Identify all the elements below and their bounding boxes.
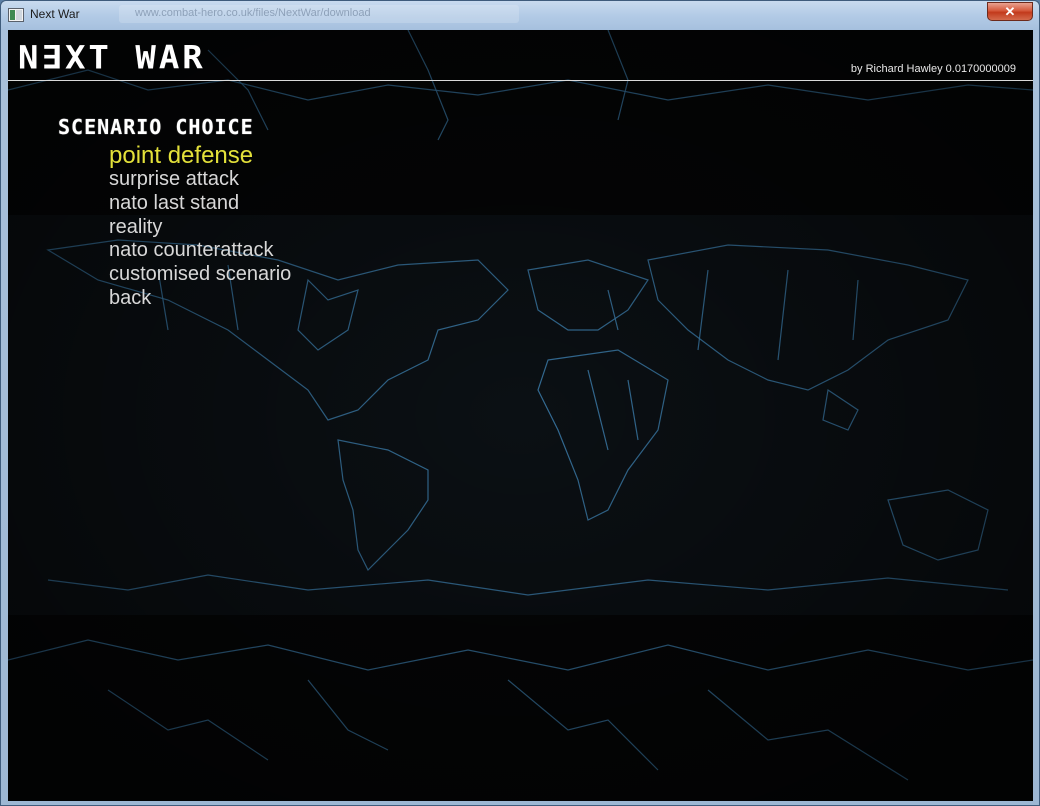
window-title: Next War xyxy=(30,7,80,21)
header-divider xyxy=(8,80,1033,81)
menu-item-customised-scenario[interactable]: customised scenario xyxy=(109,263,291,287)
menu-item-surprise-attack[interactable]: surprise attack xyxy=(109,168,291,192)
app-icon xyxy=(8,8,24,22)
scenario-choice-heading: SCENARIO CHOICE xyxy=(58,115,254,139)
menu-item-back[interactable]: back xyxy=(109,287,291,311)
game-logo: N∃XT WAR xyxy=(18,39,206,77)
title-bar[interactable]: Next War www.combat-hero.co.uk/files/Nex… xyxy=(1,1,1039,30)
scenario-menu: point defense surprise attack nato last … xyxy=(109,143,291,311)
url-hint: www.combat-hero.co.uk/files/NextWar/down… xyxy=(119,5,519,23)
author-version-credit: by Richard Hawley 0.0170000009 xyxy=(850,63,1016,75)
close-button[interactable]: ✕ xyxy=(987,2,1033,21)
menu-item-nato-last-stand[interactable]: nato last stand xyxy=(109,192,291,216)
app-window: Next War www.combat-hero.co.uk/files/Nex… xyxy=(0,0,1040,806)
game-canvas[interactable]: N∃XT WAR by Richard Hawley 0.0170000009 … xyxy=(8,30,1033,801)
menu-item-point-defense[interactable]: point defense xyxy=(109,143,291,168)
menu-item-reality[interactable]: reality xyxy=(109,216,291,240)
menu-item-nato-counterattack[interactable]: nato counterattack xyxy=(109,239,291,263)
